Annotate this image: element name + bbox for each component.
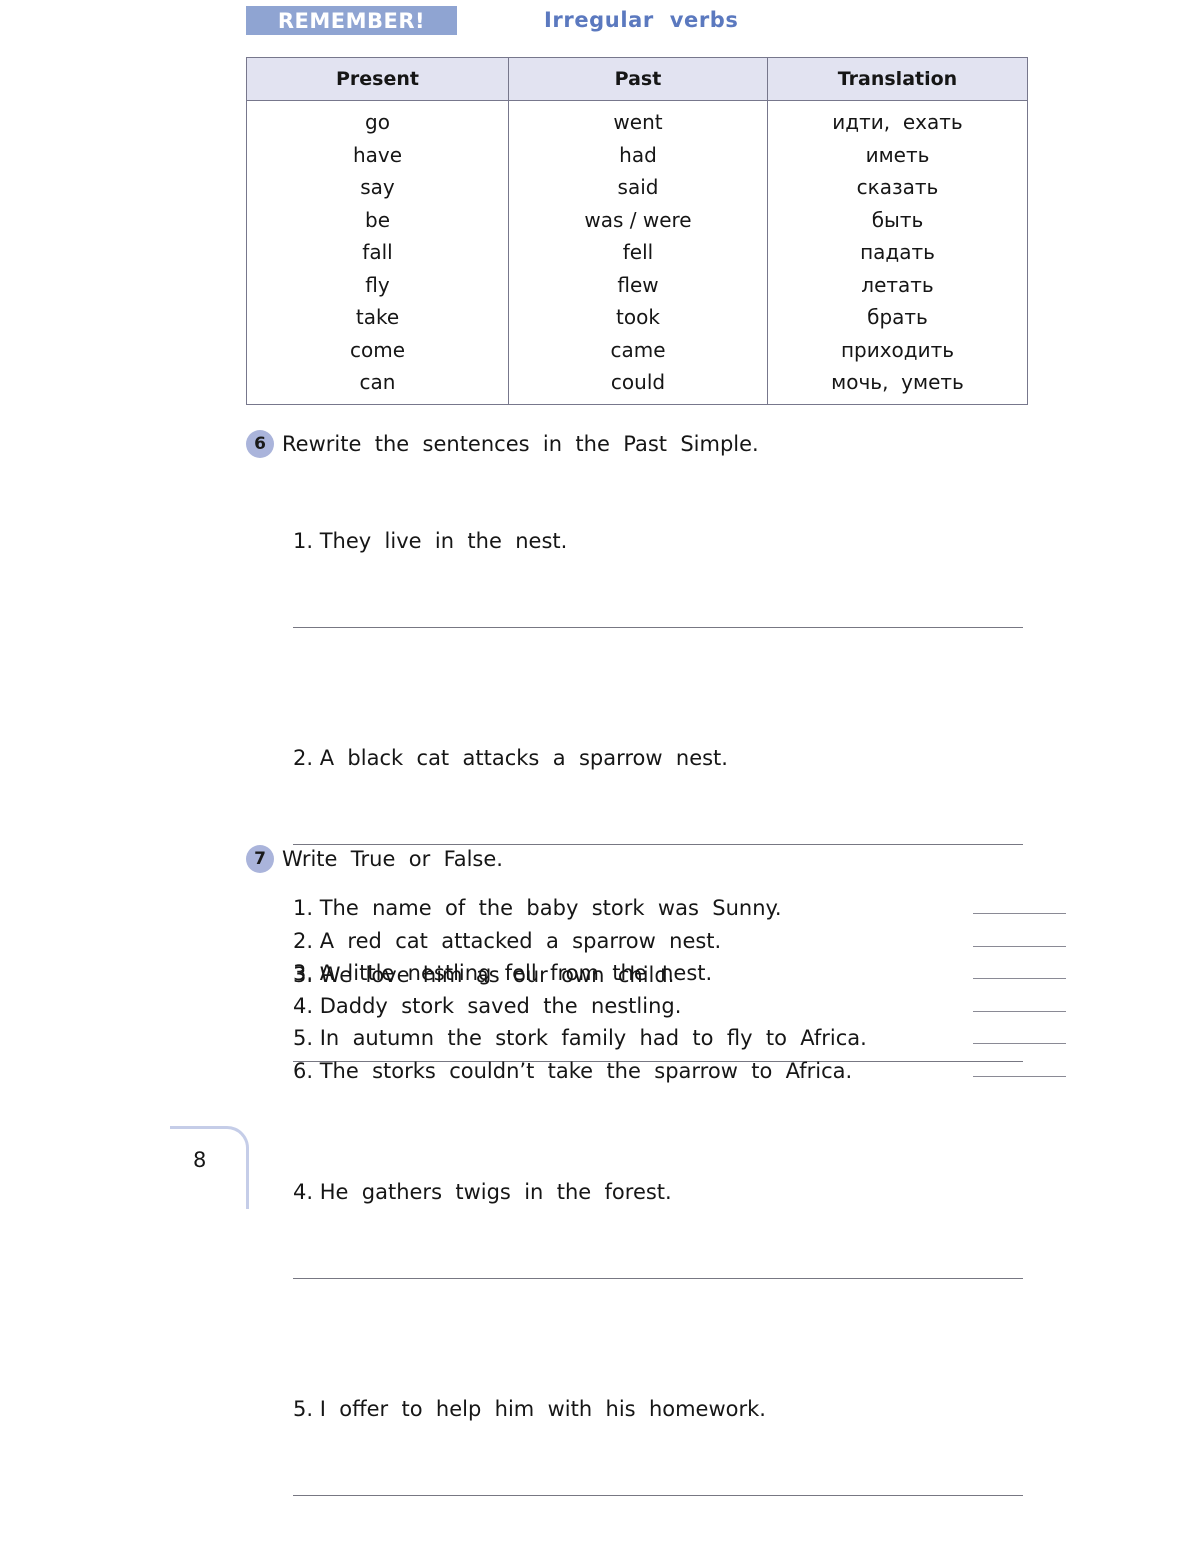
page-title: Irregular verbs: [544, 8, 739, 32]
table-row: have had иметь: [246, 138, 1028, 171]
table-header: Present Past Translation: [246, 57, 1028, 101]
table-row: come came приходить: [246, 333, 1028, 366]
cell-present: take: [246, 301, 509, 334]
answer-line[interactable]: [293, 627, 1023, 628]
cell-past: had: [508, 138, 768, 171]
cell-translation: падать: [767, 236, 1028, 269]
exercise-instruction: Rewrite the sentences in the Past Simple…: [282, 432, 759, 456]
cell-past: flew: [508, 268, 768, 301]
true-false-answer-blank[interactable]: [973, 1010, 1066, 1012]
cell-translation: идти, ехать: [767, 100, 1028, 139]
table-row: say said сказать: [246, 171, 1028, 204]
cell-present: say: [246, 171, 509, 204]
table-row: take took брать: [246, 301, 1028, 334]
exercise-7: 7 Write True or False. 1. The name of th…: [246, 845, 1066, 1088]
question-text: 1. The name of the baby stork was Sunny.: [293, 896, 782, 920]
list-item: 4. He gathers twigs in the forest.: [293, 1130, 1036, 1347]
table-body: go went идти, ехать have had иметь say s…: [246, 100, 1028, 405]
question-text: 4. He gathers twigs in the forest.: [293, 1180, 672, 1204]
question-text: 6. The storks couldn’t take the sparrow …: [293, 1058, 853, 1083]
page-corner-decoration: [170, 1126, 249, 1209]
remember-badge: REMEMBER!: [246, 6, 457, 35]
cell-past: took: [508, 301, 768, 334]
cell-past: said: [508, 171, 768, 204]
cell-present: come: [246, 333, 509, 366]
list-item: 1. The name of the baby stork was Sunny.: [293, 892, 1066, 925]
list-item: 5. I offer to help him with his homework…: [293, 1347, 1036, 1564]
question-text: 5. I offer to help him with his homework…: [293, 1397, 766, 1421]
cell-past: could: [508, 366, 768, 405]
question-text: 4. Daddy stork saved the nestling.: [293, 993, 682, 1018]
table-row: fly flew летать: [246, 268, 1028, 301]
cell-translation: мочь, уметь: [767, 366, 1028, 405]
cell-translation: иметь: [767, 138, 1028, 171]
page-header: REMEMBER! Irregular verbs: [246, 6, 1026, 40]
cell-translation: быть: [767, 203, 1028, 236]
cell-translation: брать: [767, 301, 1028, 334]
cell-present: fly: [246, 268, 509, 301]
question-text: 5. In autumn the stork family had to fly…: [293, 1026, 867, 1050]
cell-present: be: [246, 203, 509, 236]
true-false-answer-blank[interactable]: [973, 978, 1066, 980]
exercise-7-heading: 7 Write True or False.: [246, 845, 1036, 873]
cell-past: fell: [508, 236, 768, 269]
list-item: 4. Daddy stork saved the nestling.: [293, 990, 1066, 1023]
column-header-present: Present: [246, 57, 509, 101]
table-row: go went идти, ехать: [246, 100, 1028, 139]
table-header-row: Present Past Translation: [246, 57, 1028, 101]
cell-past: was / were: [508, 203, 768, 236]
cell-present: can: [246, 366, 509, 405]
question-text: 2. A black cat attacks a sparrow nest.: [293, 746, 728, 770]
list-item: 2. A red cat attacked a sparrow nest.: [293, 925, 1066, 958]
exercise-7-question-list: 1. The name of the baby stork was Sunny.…: [293, 892, 1066, 1088]
answer-line[interactable]: [293, 1495, 1023, 1496]
question-text: 3. A little nestling fell from the nest.: [293, 961, 713, 985]
cell-translation: сказать: [767, 171, 1028, 204]
table-row: can could мочь, уметь: [246, 366, 1028, 405]
question-text: 1. They live in the nest.: [293, 529, 568, 553]
list-item: 3. A little nestling fell from the nest.: [293, 957, 1066, 990]
exercise-number-badge: 6: [246, 430, 274, 458]
list-item: 6. The storks couldn’t take the sparrow …: [293, 1055, 1066, 1088]
exercise-6-heading: 6 Rewrite the sentences in the Past Simp…: [246, 430, 1036, 458]
column-header-past: Past: [508, 57, 768, 101]
true-false-answer-blank[interactable]: [973, 913, 1066, 915]
table-row: be was / were быть: [246, 203, 1028, 236]
cell-translation: летать: [767, 268, 1028, 301]
list-item: 5. In autumn the stork family had to fly…: [293, 1022, 1066, 1055]
column-header-translation: Translation: [767, 57, 1028, 101]
cell-present: fall: [246, 236, 509, 269]
cell-translation: приходить: [767, 333, 1028, 366]
true-false-answer-blank[interactable]: [973, 945, 1066, 947]
page-number: 8: [193, 1148, 207, 1172]
true-false-answer-blank[interactable]: [973, 1043, 1066, 1045]
answer-line[interactable]: [293, 1278, 1023, 1279]
true-false-answer-blank[interactable]: [973, 1075, 1066, 1077]
exercise-number-badge: 7: [246, 845, 274, 873]
question-text: 2. A red cat attacked a sparrow nest.: [293, 928, 722, 953]
cell-past: came: [508, 333, 768, 366]
irregular-verbs-table: Present Past Translation go went идти, е…: [246, 57, 1028, 405]
exercise-instruction: Write True or False.: [282, 847, 503, 871]
list-item: 1. They live in the nest.: [293, 479, 1036, 696]
cell-present: go: [246, 100, 509, 139]
cell-present: have: [246, 138, 509, 171]
cell-past: went: [508, 100, 768, 139]
table-row: fall fell падать: [246, 236, 1028, 269]
